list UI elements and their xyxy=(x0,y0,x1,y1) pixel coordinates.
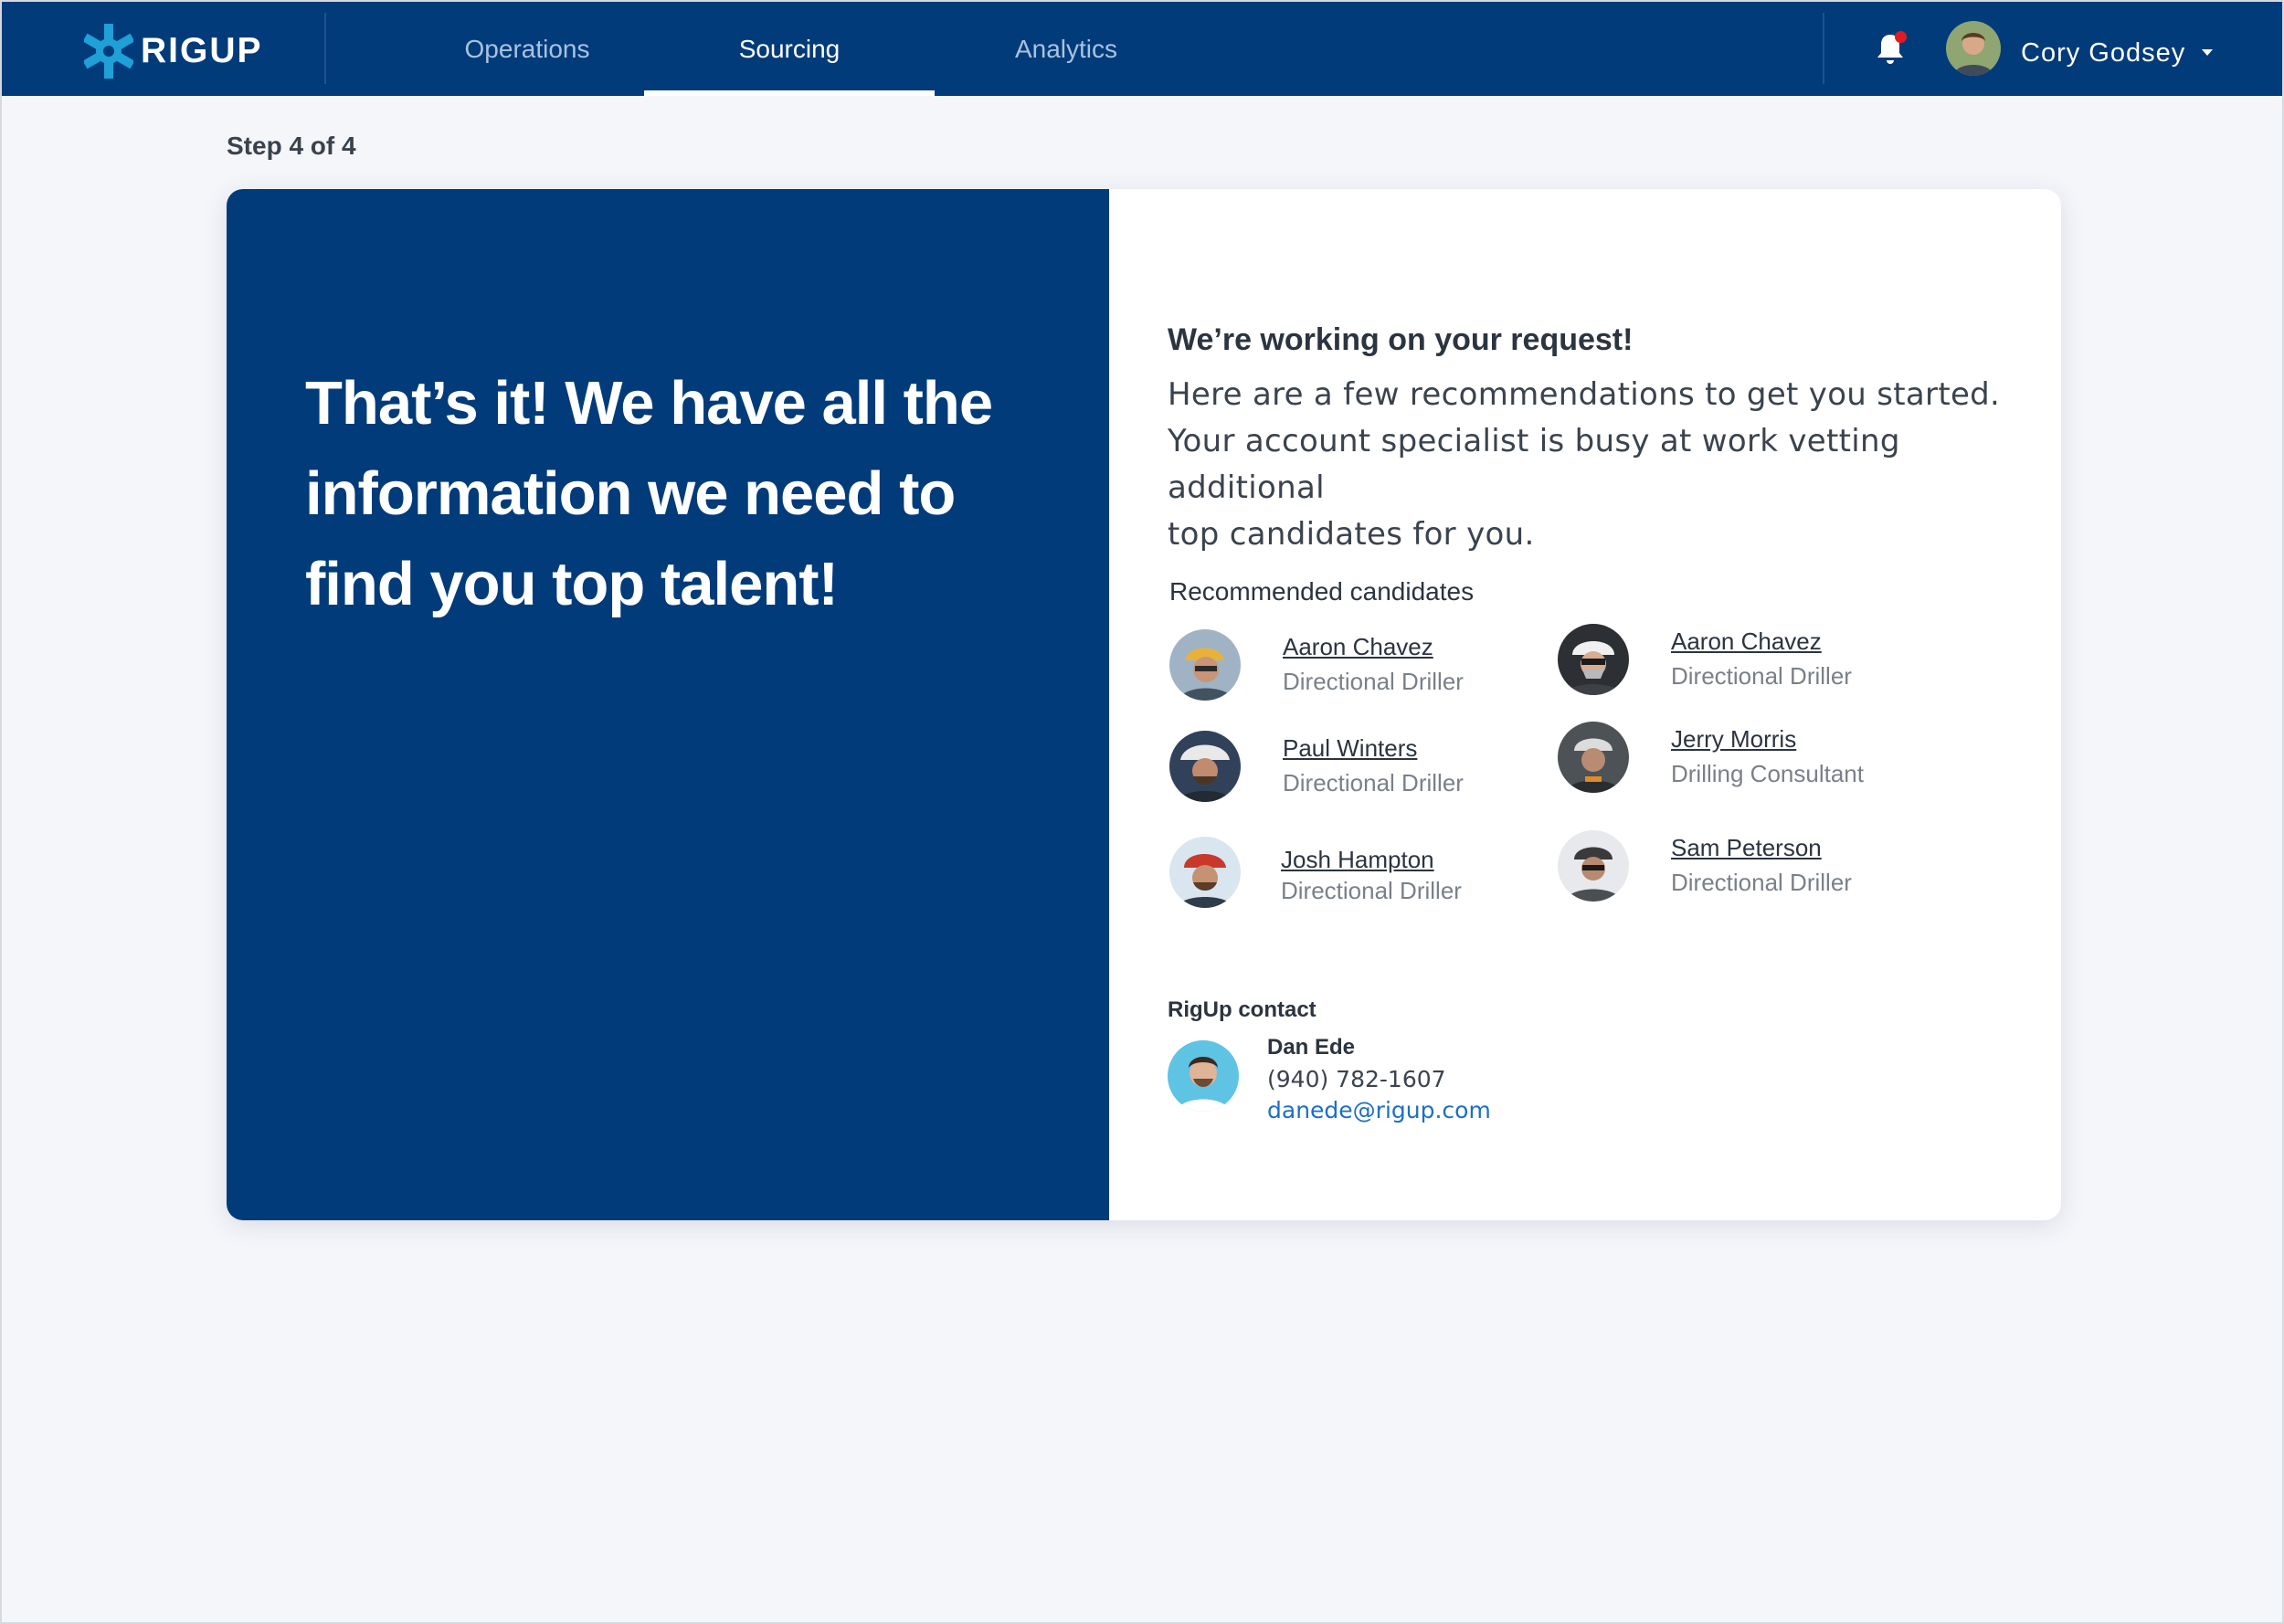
contact-phone: (940) 782-1607 xyxy=(1267,1066,1446,1092)
notification-dot xyxy=(1895,31,1907,43)
candidate-name-link[interactable]: Aaron Chavez xyxy=(1283,633,1433,661)
contact-title: RigUp contact xyxy=(1168,997,1316,1022)
candidate-item: Sam Peterson Directional Driller xyxy=(1558,830,1923,905)
candidate-name-link[interactable]: Sam Peterson xyxy=(1671,834,1822,862)
candidate-name-link[interactable]: Aaron Chavez xyxy=(1671,627,1822,656)
candidate-name-link[interactable]: Jerry Morris xyxy=(1671,725,1796,754)
avatar[interactable] xyxy=(1558,624,1629,695)
hero-line-1: That’s it! We have all the xyxy=(305,369,993,438)
avatar[interactable] xyxy=(1558,722,1629,793)
user-avatar[interactable] xyxy=(1946,21,2001,76)
avatar[interactable] xyxy=(1169,629,1241,701)
top-nav-bar: RIGUP Operations Sourcing Analytics Cory… xyxy=(2,2,2282,96)
tab-operations[interactable]: Operations xyxy=(422,2,632,96)
candidate-item: Jerry Morris Drilling Consultant xyxy=(1558,722,1923,796)
avatar[interactable] xyxy=(1169,731,1241,802)
candidate-item: Paul Winters Directional Driller xyxy=(1169,731,1535,806)
candidate-item: Josh Hampton Directional Driller xyxy=(1169,837,1535,912)
nav-divider-right xyxy=(1823,13,1824,84)
contact-email-link[interactable]: danede@rigup.com xyxy=(1267,1097,1491,1123)
candidates-grid: Aaron Chavez Directional Driller Aaron C… xyxy=(1109,189,2061,1220)
candidate-role: Drilling Consultant xyxy=(1671,760,1864,787)
hero-headline: That’s it! We have all the information w… xyxy=(305,358,1063,629)
candidate-role: Directional Driller xyxy=(1671,869,1852,896)
candidate-role: Directional Driller xyxy=(1283,769,1464,796)
candidate-role: Directional Driller xyxy=(1671,662,1852,690)
contact-avatar xyxy=(1168,1040,1239,1112)
candidate-name-link[interactable]: Paul Winters xyxy=(1283,734,1417,763)
tab-sourcing-label: Sourcing xyxy=(738,34,841,63)
rigup-logo-icon xyxy=(84,24,133,79)
tab-sourcing[interactable]: Sourcing xyxy=(644,2,935,96)
hero-line-3: find you top talent! xyxy=(305,550,839,618)
nav-divider xyxy=(324,13,326,84)
tab-analytics[interactable]: Analytics xyxy=(961,2,1171,96)
avatar[interactable] xyxy=(1169,837,1241,908)
user-name[interactable]: Cory Godsey xyxy=(2021,38,2185,69)
caret-down-icon[interactable] xyxy=(2202,49,2213,56)
active-tab-indicator xyxy=(644,90,935,96)
tab-analytics-label: Analytics xyxy=(1014,34,1118,63)
candidate-role: Directional Driller xyxy=(1281,877,1462,904)
contact-name: Dan Ede xyxy=(1267,1035,1356,1060)
tab-operations-label: Operations xyxy=(464,34,590,63)
candidate-item: Aaron Chavez Directional Driller xyxy=(1169,629,1535,704)
step-indicator: Step 4 of 4 xyxy=(227,132,356,160)
candidate-item: Aaron Chavez Directional Driller xyxy=(1558,624,1923,699)
candidate-name-link[interactable]: Josh Hampton xyxy=(1281,846,1434,874)
avatar[interactable] xyxy=(1558,830,1629,902)
hero-line-2: information we need to xyxy=(305,459,956,528)
brand-name: RIGUP xyxy=(141,31,263,70)
hero-panel: That’s it! We have all the information w… xyxy=(227,189,1109,1220)
rigup-logo[interactable]: RIGUP xyxy=(84,24,263,79)
candidate-role: Directional Driller xyxy=(1283,668,1464,695)
